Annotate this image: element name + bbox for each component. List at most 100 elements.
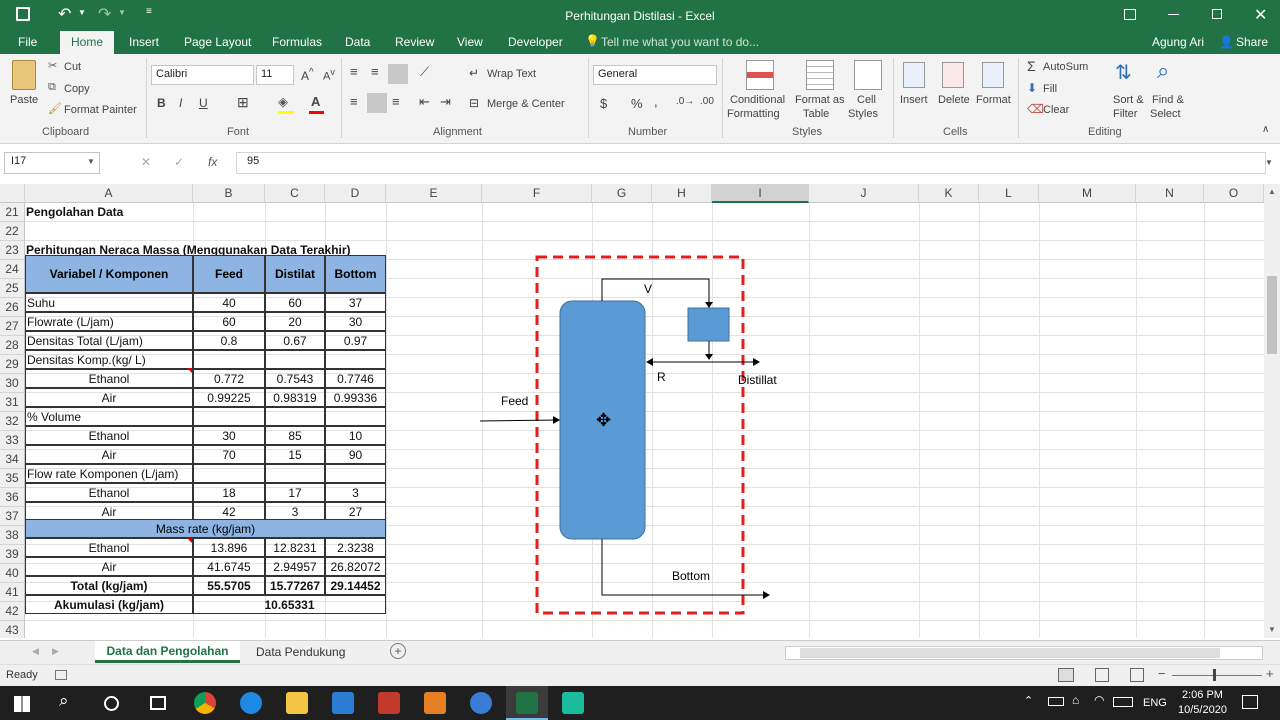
row-header-28[interactable]: 28 — [0, 336, 25, 355]
table-cell[interactable] — [193, 350, 265, 369]
table-cell[interactable]: 0.7746 — [325, 369, 386, 388]
close-icon[interactable]: ✕ — [1254, 5, 1267, 25]
row-label[interactable]: Densitas Komp.(kg/ L) — [25, 350, 193, 369]
merge-center-icon[interactable]: ⊟ — [469, 96, 479, 110]
table-cell[interactable]: 30 — [325, 312, 386, 331]
excel-icon[interactable] — [516, 692, 538, 714]
cut-icon[interactable]: ✂ — [48, 59, 57, 72]
conditional-formatting-label[interactable]: Formatting — [727, 108, 780, 120]
app-icon[interactable] — [378, 692, 400, 714]
mass-row-label[interactable]: Ethanol — [25, 538, 193, 557]
table-cell[interactable] — [325, 407, 386, 426]
comma-icon[interactable]: , — [654, 94, 658, 109]
table-cell[interactable]: 17 — [265, 483, 325, 502]
format-painter-button[interactable]: Format Painter — [64, 104, 137, 116]
row-label[interactable]: % Volume — [25, 407, 193, 426]
format-as-table-button[interactable]: Format as — [795, 94, 845, 106]
zoom-slider[interactable] — [1172, 675, 1262, 676]
row-header-31[interactable]: 31 — [0, 393, 25, 412]
delete-cells-button[interactable]: Delete — [938, 94, 970, 106]
italic-icon[interactable]: I — [179, 96, 182, 110]
tab-file[interactable]: File — [18, 35, 37, 49]
clear-button[interactable]: Clear — [1043, 104, 1069, 116]
table-cell[interactable]: 70 — [193, 445, 265, 464]
table-cell[interactable]: 0.99225 — [193, 388, 265, 407]
increase-font-icon[interactable]: A^ — [301, 67, 314, 83]
table-cell[interactable]: 0.7543 — [265, 369, 325, 388]
align-left-icon[interactable]: ≡ — [350, 94, 358, 109]
tab-formulas[interactable]: Formulas — [272, 35, 322, 49]
column-header-d[interactable]: D — [325, 184, 386, 203]
table-cell[interactable] — [265, 407, 325, 426]
cell-styles-label[interactable]: Styles — [848, 108, 878, 120]
redo-icon[interactable]: ↷ — [98, 4, 111, 24]
increase-decimal-icon[interactable]: .0→ — [676, 96, 694, 107]
mass-cell[interactable]: 13.896 — [193, 538, 265, 557]
formula-input[interactable]: 95 — [236, 152, 1266, 174]
file-explorer-icon[interactable] — [286, 692, 308, 714]
wrap-text-button[interactable]: Wrap Text — [487, 68, 536, 80]
conditional-formatting-button[interactable]: Conditional — [730, 94, 785, 106]
column-header-i[interactable]: I — [712, 184, 809, 203]
mass-cell[interactable]: 29.14452 — [325, 576, 386, 595]
row-header-36[interactable]: 36 — [0, 488, 25, 507]
keyboard-icon[interactable] — [1113, 697, 1133, 707]
table-cell[interactable]: 0.99336 — [325, 388, 386, 407]
format-as-table-icon[interactable] — [806, 60, 834, 90]
increase-indent-icon[interactable]: ⇥ — [440, 94, 451, 110]
network-icon[interactable]: ⌂ — [1072, 693, 1079, 707]
column-header-j[interactable]: J — [809, 184, 919, 203]
clock-date[interactable]: 10/5/2020 — [1178, 704, 1227, 716]
insert-function-icon[interactable]: fx — [208, 155, 217, 169]
mass-cell[interactable]: 2.94957 — [265, 557, 325, 576]
row-label[interactable]: Ethanol — [25, 369, 193, 388]
task-view-icon[interactable] — [150, 696, 166, 710]
format-cells-button[interactable]: Format — [976, 94, 1011, 106]
row-header-38[interactable]: 38 — [0, 526, 25, 545]
format-painter-icon[interactable]: 🖌 — [48, 102, 62, 115]
row-header-34[interactable]: 34 — [0, 450, 25, 469]
column-header-h[interactable]: H — [652, 184, 712, 203]
app-icon[interactable] — [470, 692, 492, 714]
table-cell[interactable]: 3 — [325, 483, 386, 502]
mass-cell[interactable]: 55.5705 — [193, 576, 265, 595]
save-icon[interactable] — [16, 7, 30, 21]
scroll-thumb[interactable] — [1267, 276, 1277, 354]
underline-icon[interactable]: U — [199, 96, 208, 110]
row-label[interactable]: Suhu — [25, 293, 193, 312]
user-name[interactable]: Agung Ari — [1152, 35, 1204, 49]
header-variabel[interactable]: Variabel / Komponen — [25, 255, 193, 293]
font-color-icon[interactable]: A — [311, 94, 320, 109]
column-header-f[interactable]: F — [482, 184, 592, 203]
sort-filter-label[interactable]: Filter — [1113, 108, 1137, 120]
align-center-icon[interactable] — [367, 93, 387, 113]
akumulasi-value[interactable]: 10.65331 — [193, 595, 386, 614]
minimize-icon[interactable] — [1168, 14, 1179, 15]
page-break-view-icon[interactable] — [1130, 668, 1144, 682]
header-bottom[interactable]: Bottom — [325, 255, 386, 293]
prev-sheet-icon[interactable]: ◀ — [32, 646, 39, 657]
column-header-l[interactable]: L — [979, 184, 1039, 203]
fill-color-icon[interactable]: ◈ — [278, 94, 288, 110]
mass-cell[interactable]: 15.77267 — [265, 576, 325, 595]
search-icon[interactable]: ⌕ — [59, 691, 69, 711]
scroll-down-icon[interactable]: ▼ — [1268, 625, 1276, 634]
mass-row-label[interactable]: Air — [25, 557, 193, 576]
find-select-icon[interactable]: ⌕ — [1157, 58, 1169, 84]
restore-icon[interactable] — [1212, 9, 1222, 19]
table-cell[interactable]: 20 — [265, 312, 325, 331]
battery-icon[interactable] — [1048, 697, 1064, 706]
sheet-tab-data-pendukung[interactable]: Data Pendukung — [256, 645, 345, 659]
name-box-dropdown-icon[interactable]: ▼ — [87, 157, 95, 166]
row-header-40[interactable]: 40 — [0, 564, 25, 583]
select-all-corner[interactable] — [0, 184, 25, 203]
paste-icon[interactable] — [12, 60, 36, 90]
currency-icon[interactable]: $ — [600, 96, 607, 111]
wifi-icon[interactable]: ◠ — [1094, 693, 1104, 707]
tab-review[interactable]: Review — [395, 35, 434, 49]
table-cell[interactable]: 0.67 — [265, 331, 325, 350]
zoom-out-icon[interactable]: − — [1158, 666, 1166, 681]
windows-start-icon[interactable] — [14, 696, 30, 712]
column-header-c[interactable]: C — [265, 184, 325, 203]
cancel-icon[interactable]: ✕ — [141, 155, 151, 169]
